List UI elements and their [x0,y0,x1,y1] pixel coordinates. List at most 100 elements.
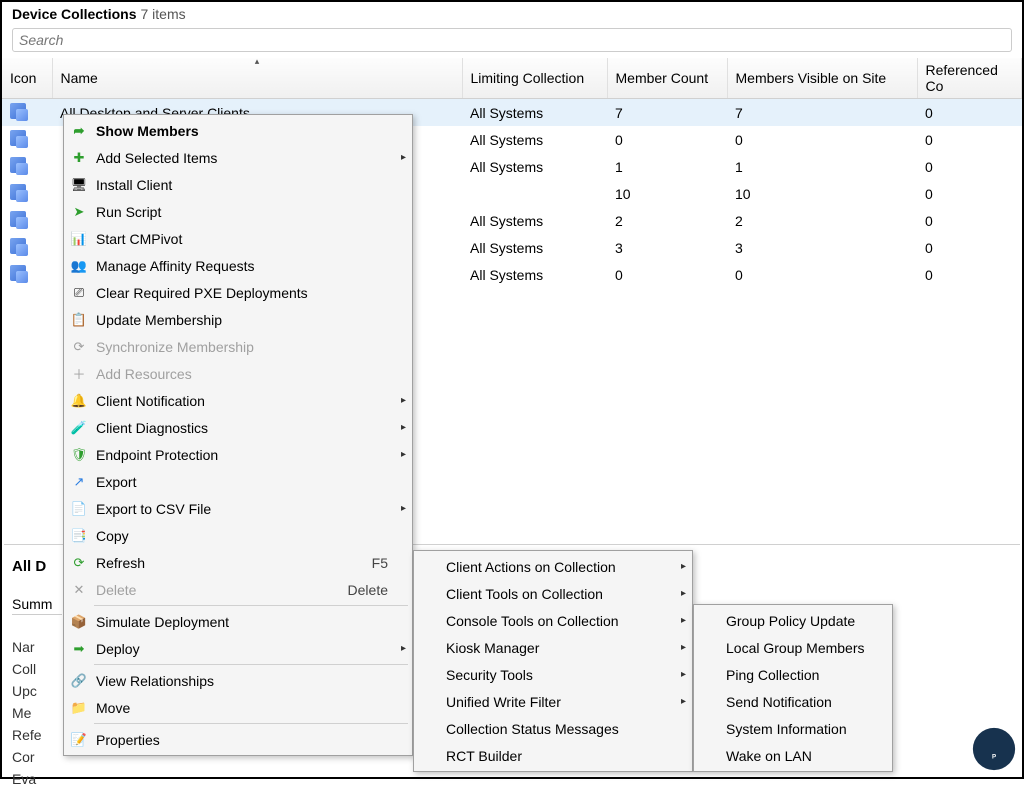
arrow-right-icon: ➦ [70,122,88,140]
submenu-uwf[interactable]: Unified Write Filter▸ [414,688,692,715]
menu-sync-membership: ⟳Synchronize Membership [64,333,412,360]
shield-icon: 🛡 [70,446,88,464]
page-title: Device Collections [12,6,137,22]
menu-separator [94,664,408,665]
menu-export[interactable]: ↗Export [64,468,412,495]
submenu-console-tools[interactable]: Console Tools on Collection▸ [414,607,692,634]
menu-refresh[interactable]: ⟳RefreshF5 [64,549,412,576]
submenu-ping-collection[interactable]: Ping Collection [694,661,892,688]
submenu-kiosk-manager[interactable]: Kiosk Manager▸ [414,634,692,661]
menu-copy[interactable]: 📑Copy [64,522,412,549]
collection-icon [10,265,26,281]
header-bar: Device Collections 7 items [2,2,1022,26]
chevron-right-icon: ▸ [401,422,406,433]
properties-icon: 📝 [70,731,88,749]
submenu-local-group-members[interactable]: Local Group Members [694,634,892,661]
svg-text:P: P [992,754,996,761]
collection-icon [10,103,26,119]
chevron-right-icon: ▸ [681,696,686,707]
menu-start-cmpivot[interactable]: 📊Start CMPivot [64,225,412,252]
export-csv-icon: 📄 [70,500,88,518]
menu-separator [94,605,408,606]
simulate-icon: 📦 [70,613,88,631]
menu-run-script[interactable]: ➤Run Script [64,198,412,225]
submenu-client-actions[interactable]: Client Actions on Collection▸ [414,553,692,580]
diagnostics-icon: 🧪 [70,419,88,437]
menu-simulate-deployment[interactable]: 📦Simulate Deployment [64,608,412,635]
add-resource-icon: ＋ [70,365,88,383]
menu-view-relationships[interactable]: 🔗View Relationships [64,667,412,694]
collection-icon [10,211,26,227]
cell-ref: 0 [917,99,1022,127]
menu-manage-affinity[interactable]: 👥Manage Affinity Requests [64,252,412,279]
refresh-icon: ⟳ [70,554,88,572]
col-name[interactable]: Name [52,58,462,99]
submenu-gp-update[interactable]: Group Policy Update [694,607,892,634]
menu-delete: ✕DeleteDelete [64,576,412,603]
col-member[interactable]: Member Count [607,58,727,99]
chevron-right-icon: ▸ [681,561,686,572]
plus-icon: ✚ [70,149,88,167]
menu-endpoint-protection[interactable]: 🛡Endpoint Protection▸ [64,441,412,468]
chevron-right-icon: ▸ [401,503,406,514]
notification-icon: 🔔 [70,392,88,410]
collection-icon [10,184,26,200]
relationships-icon: 🔗 [70,672,88,690]
export-icon: ↗ [70,473,88,491]
chevron-right-icon: ▸ [681,669,686,680]
menu-move[interactable]: 📁Move [64,694,412,721]
submenu-status-messages[interactable]: Collection Status Messages [414,715,692,742]
details-summary: Summ [12,596,62,615]
chevron-right-icon: ▸ [681,588,686,599]
menu-clear-pxe[interactable]: ⎚Clear Required PXE Deployments [64,279,412,306]
context-menu: ➦Show Members ✚Add Selected Items▸ 🖥Inst… [63,114,413,756]
submenu-wake-on-lan[interactable]: Wake on LAN [694,742,892,769]
copy-icon: 📑 [70,527,88,545]
chevron-right-icon: ▸ [401,449,406,460]
deploy-icon: ➡ [70,640,88,658]
cell-member: 7 [607,99,727,127]
submenu-tools: Client Actions on Collection▸ Client Too… [413,550,693,772]
pivot-icon: 📊 [70,230,88,248]
item-count: 7 items [141,6,186,22]
pxe-icon: ⎚ [70,284,88,302]
menu-separator [94,723,408,724]
menu-export-csv[interactable]: 📄Export to CSV File▸ [64,495,412,522]
col-icon[interactable]: Icon [2,58,52,99]
update-icon: 📋 [70,311,88,329]
menu-install-client[interactable]: 🖥Install Client [64,171,412,198]
col-visible[interactable]: Members Visible on Site [727,58,917,99]
install-icon: 🖥 [70,176,88,194]
cell-limiting: All Systems [462,99,607,127]
submenu-security-tools[interactable]: Security Tools▸ [414,661,692,688]
menu-update-membership[interactable]: 📋Update Membership [64,306,412,333]
menu-add-resources: ＋Add Resources [64,360,412,387]
chevron-right-icon: ▸ [681,642,686,653]
col-limiting[interactable]: Limiting Collection [462,58,607,99]
submenu-client-tools[interactable]: Client Tools on Collection▸ [414,580,692,607]
menu-client-diagnostics[interactable]: 🧪Client Diagnostics▸ [64,414,412,441]
submenu-console-tools: Group Policy Update Local Group Members … [693,604,893,772]
menu-add-selected[interactable]: ✚Add Selected Items▸ [64,144,412,171]
collection-icon [10,130,26,146]
search-input[interactable] [12,28,1012,52]
menu-show-members[interactable]: ➦Show Members [64,117,412,144]
submenu-send-notification[interactable]: Send Notification [694,688,892,715]
chevron-right-icon: ▸ [401,643,406,654]
watermark-logo: P [972,727,1016,771]
details-labels: Nar Coll Upc Me Refe Cor Eva [12,636,42,790]
chevron-right-icon: ▸ [681,615,686,626]
menu-properties[interactable]: 📝Properties [64,726,412,753]
menu-client-notification[interactable]: 🔔Client Notification▸ [64,387,412,414]
affinity-icon: 👥 [70,257,88,275]
delete-icon: ✕ [70,581,88,599]
submenu-rct-builder[interactable]: RCT Builder [414,742,692,769]
sync-icon: ⟳ [70,338,88,356]
menu-deploy[interactable]: ➡Deploy▸ [64,635,412,662]
chevron-right-icon: ▸ [401,395,406,406]
col-ref[interactable]: Referenced Co [917,58,1022,99]
run-icon: ➤ [70,203,88,221]
collection-icon [10,238,26,254]
search-container [12,28,1012,52]
submenu-system-information[interactable]: System Information [694,715,892,742]
